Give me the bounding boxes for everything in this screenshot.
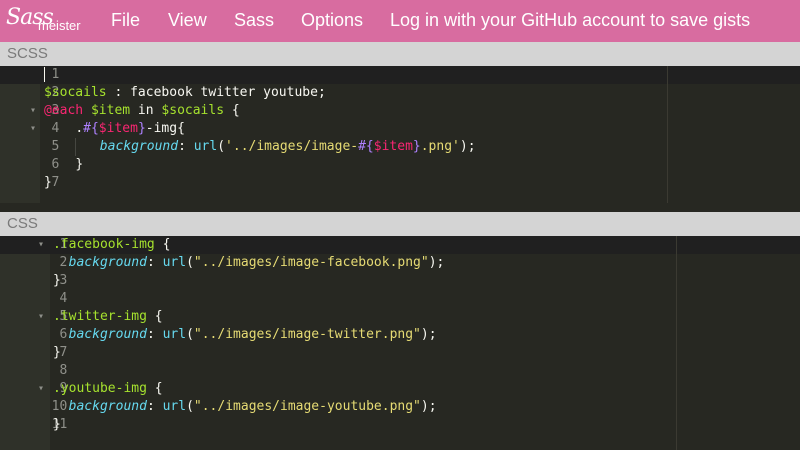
- fold-arrow-icon[interactable]: ▾: [30, 120, 36, 138]
- menu-view[interactable]: View: [168, 10, 207, 31]
- css-pane-header: CSS: [0, 212, 800, 236]
- scss-line-2: 2 $socails : facebook twitter youtube;: [0, 84, 800, 102]
- github-login-link[interactable]: Log in with your GitHub account to save …: [390, 10, 750, 31]
- text-cursor: [44, 67, 45, 82]
- scss-line-6: 6 }: [0, 156, 800, 174]
- code-text: background: url('../images/image-#{$item…: [44, 138, 476, 156]
- css-line-8: 8: [0, 362, 800, 380]
- code-text: $socails : facebook twitter youtube;: [44, 85, 326, 100]
- css-line-11: 11 }: [0, 416, 800, 434]
- menu-options[interactable]: Options: [301, 10, 363, 31]
- line-number: 8: [59, 363, 68, 378]
- line-number: 11: [51, 417, 68, 432]
- css-line-1: 1 ▾ .facebook-img {: [0, 236, 800, 254]
- scss-pane-header: SCSS: [0, 42, 800, 66]
- scss-line-3: 3 ▾ @each $item in $socails {: [0, 102, 800, 120]
- sassmeister-logo[interactable]: Sass meister: [6, 5, 86, 37]
- scss-editor[interactable]: 1 2 $socails : facebook twitter youtube;…: [0, 66, 800, 203]
- css-line-2: 2 background: url("../images/image-faceb…: [0, 254, 800, 272]
- fold-arrow-icon[interactable]: ▾: [38, 380, 44, 398]
- css-line-3: 3 }: [0, 272, 800, 290]
- code-text: .twitter-img {: [53, 309, 163, 324]
- code-text: @each $item in $socails {: [44, 103, 240, 118]
- top-nav-bar: Sass meister File View Sass Options Log …: [0, 0, 800, 42]
- code-text: }: [53, 345, 61, 360]
- menu-sass[interactable]: Sass: [234, 10, 274, 31]
- code-text: background: url("../images/image-twitter…: [68, 327, 437, 342]
- css-output-editor[interactable]: 1 ▾ .facebook-img { 2 background: url(".…: [0, 236, 800, 450]
- scss-line-1: 1: [0, 66, 800, 84]
- css-line-7: 7 }: [0, 344, 800, 362]
- code-text: background: url("../images/image-faceboo…: [68, 255, 445, 270]
- code-text: [44, 66, 45, 84]
- code-text: .youtube-img {: [53, 381, 163, 396]
- line-number: 7: [59, 345, 68, 360]
- line-number: 3: [59, 273, 68, 288]
- css-line-9: 9 ▾ .youtube-img {: [0, 380, 800, 398]
- code-text: }: [53, 273, 61, 288]
- menu-file[interactable]: File: [111, 10, 140, 31]
- code-text: }: [75, 157, 84, 172]
- fold-arrow-icon[interactable]: ▾: [38, 308, 44, 326]
- css-line-4: 4: [0, 290, 800, 308]
- code-text: }: [53, 417, 61, 432]
- line-number: 4: [59, 291, 68, 306]
- code-text: .#{$item}-img{: [75, 121, 185, 136]
- scss-line-5: 5 background: url('../images/image-#{$it…: [0, 138, 800, 156]
- code-text: }: [44, 175, 52, 190]
- css-line-6: 6 background: url("../images/image-twitt…: [0, 326, 800, 344]
- fold-arrow-icon[interactable]: ▾: [30, 102, 36, 120]
- line-number: 1: [51, 67, 60, 82]
- logo-word: meister: [38, 18, 81, 33]
- indent-guide: [75, 138, 77, 156]
- fold-arrow-icon[interactable]: ▾: [38, 236, 44, 254]
- css-line-10: 10 background: url("../images/image-yout…: [0, 398, 800, 416]
- code-text: background: url("../images/image-youtube…: [68, 399, 437, 414]
- scss-line-7: 7 }: [0, 174, 800, 192]
- code-text: .facebook-img {: [53, 237, 171, 252]
- scss-line-4: 4 ▾ .#{$item}-img{: [0, 120, 800, 138]
- css-line-5: 5 ▾ .twitter-img {: [0, 308, 800, 326]
